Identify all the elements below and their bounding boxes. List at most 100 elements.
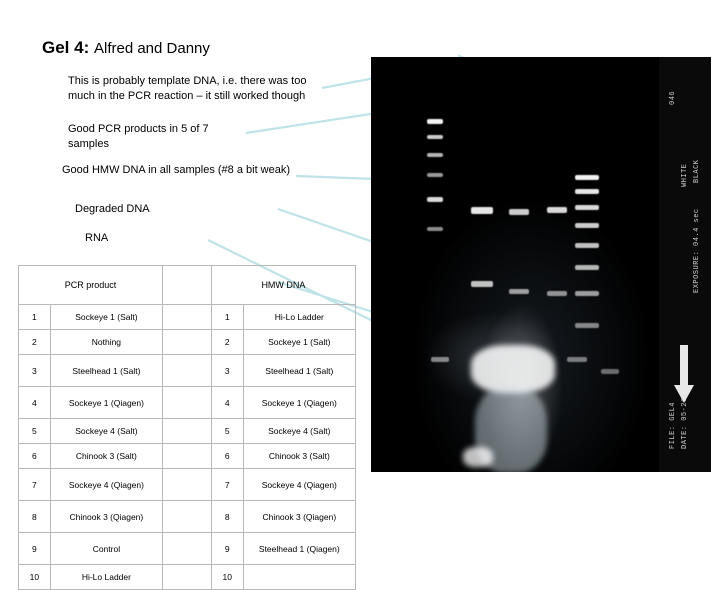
annotation-template-dna: This is probably template DNA, i.e. ther… (68, 75, 307, 102)
gel-band (509, 289, 529, 294)
cell-hmw-number: 6 (210, 443, 244, 469)
gel-band (567, 357, 587, 362)
cell-hmw-name: Sockeye 4 (Salt) (242, 418, 357, 444)
gel-band (427, 153, 443, 157)
gel-band (427, 119, 443, 124)
table-header-pcr: PCR product (17, 265, 164, 305)
table-row: 5 Sockeye 4 (Salt) 5 Sockeye 4 (Salt) (18, 418, 357, 444)
gel-band (509, 209, 529, 215)
gel-image-area: FILE: GEL4 DATE: 05-26 EXPOSURE: 04.4 se… (371, 57, 711, 472)
slide-canvas: Gel 4: Alfred and Danny This is probably… (0, 0, 720, 590)
gel-date-label: DATE: 05-26 (681, 397, 689, 449)
down-arrow-icon (674, 345, 694, 403)
cell-pcr-name: Sockeye 4 (Qiagen) (49, 468, 164, 501)
cell-gap (162, 468, 212, 501)
gel-band (427, 173, 443, 177)
gel-black-label: BLACK (693, 159, 701, 183)
gel-band (427, 135, 443, 139)
gel-smear-bright (471, 345, 555, 393)
cell-gap (162, 354, 212, 387)
cell-hmw-number: 2 (210, 329, 244, 355)
cell-hmw-number: 3 (210, 354, 244, 387)
gel-band (547, 291, 567, 296)
cell-hmw-name: Sockeye 1 (Qiagen) (242, 386, 357, 419)
cell-pcr-number: 3 (18, 354, 51, 387)
gel-ladder-band (575, 323, 599, 328)
cell-hmw-number: 9 (210, 532, 244, 565)
gel-band (547, 207, 567, 213)
cell-pcr-number: 9 (18, 532, 51, 565)
title-prefix: Gel 4: (42, 38, 90, 57)
gel-white-label: WHITE (681, 163, 689, 187)
cell-hmw-number: 5 (210, 418, 244, 444)
table-body: PCR product HMW DNA 1 Sockeye 1 (Salt) 1 Hi… (17, 265, 357, 590)
gel-band (471, 281, 493, 287)
cell-pcr-name: Control (49, 532, 164, 565)
page-title: Gel 4: Alfred and Danny (42, 38, 210, 58)
cell-hmw-name (242, 564, 357, 590)
cell-hmw-number: 10 (210, 564, 244, 590)
gel-ladder-band (575, 265, 599, 270)
cell-gap (162, 443, 212, 469)
cell-pcr-name: Chinook 3 (Qiagen) (49, 500, 164, 533)
cell-pcr-number: 4 (18, 386, 51, 419)
cell-pcr-name: Steelhead 1 (Salt) (49, 354, 164, 387)
table-row: 4 Sockeye 1 (Qiagen) 4 Sockeye 1 (Qiagen) (18, 386, 357, 419)
gel-band (601, 369, 619, 374)
table-row: 3 Steelhead 1 (Salt) 3 Steelhead 1 (Salt) (18, 354, 357, 387)
cell-hmw-name: Sockeye 1 (Salt) (242, 329, 357, 355)
cell-gap (162, 532, 212, 565)
table-row: 8 Chinook 3 (Qiagen) 8 Chinook 3 (Qiagen) (18, 500, 357, 533)
cell-gap (162, 329, 212, 355)
cell-pcr-name: Sockeye 4 (Salt) (49, 418, 164, 444)
cell-pcr-name: Hi-Lo Ladder (49, 564, 164, 590)
gel-band (427, 227, 443, 231)
cell-pcr-number: 7 (18, 468, 51, 501)
cell-hmw-name: Steelhead 1 (Salt) (242, 354, 357, 387)
gel-ladder-band (575, 223, 599, 228)
gel-photograph: FILE: GEL4 DATE: 05-26 EXPOSURE: 04.4 se… (371, 57, 711, 472)
cell-hmw-number: 4 (210, 386, 244, 419)
cell-hmw-number: 1 (210, 304, 244, 330)
cell-gap (162, 500, 212, 533)
cell-pcr-name: Nothing (49, 329, 164, 355)
gel-info-strip: FILE: GEL4 DATE: 05-26 EXPOSURE: 04.4 se… (659, 57, 711, 472)
gel-ladder-band (575, 189, 599, 194)
cell-pcr-name: Sockeye 1 (Qiagen) (49, 386, 164, 419)
cell-hmw-name: Steelhead 1 (Qiagen) (242, 532, 357, 565)
cell-gap (162, 418, 212, 444)
table-row: 10 Hi-Lo Ladder 10 (18, 564, 357, 590)
annotation-hmw-dna: Good HMW DNA in all samples (#8 a bit we… (62, 164, 291, 176)
gel-ladder-band (575, 175, 599, 180)
gel-band (427, 197, 443, 202)
gel-ladder-band (575, 243, 599, 248)
cell-pcr-number: 10 (18, 564, 51, 590)
cell-gap (162, 386, 212, 419)
cell-hmw-number: 8 (210, 500, 244, 533)
table-row: 7 Sockeye 4 (Qiagen) 7 Sockeye 4 (Qiagen) (18, 468, 357, 501)
gel-exposure-label: EXPOSURE: 04.4 sec (693, 208, 701, 293)
cell-hmw-name: Hi-Lo Ladder (242, 304, 357, 330)
cell-pcr-number: 1 (18, 304, 51, 330)
annotation-pcr-products: Good PCR products in 5 of 7 samples (68, 123, 209, 150)
annotation-rna: RNA (85, 232, 109, 244)
sample-table: PCR product HMW DNA 1 Sockeye 1 (Salt) 1 Hi… (17, 265, 357, 590)
gel-band (431, 357, 449, 362)
cell-pcr-number: 5 (18, 418, 51, 444)
gel-smear-blob (463, 447, 493, 467)
cell-hmw-name: Sockeye 4 (Qiagen) (242, 468, 357, 501)
cell-pcr-number: 2 (18, 329, 51, 355)
cell-pcr-number: 6 (18, 443, 51, 469)
table-row: 6 Chinook 3 (Salt) 6 Chinook 3 (Salt) (18, 443, 357, 469)
title-suffix: Alfred and Danny (93, 40, 210, 57)
cell-gap (162, 564, 212, 590)
cell-hmw-name: Chinook 3 (Qiagen) (242, 500, 357, 533)
cell-hmw-number: 7 (210, 468, 244, 501)
cell-pcr-name: Chinook 3 (Salt) (49, 443, 164, 469)
table-row: 2 Nothing 2 Sockeye 1 (Salt) (18, 329, 357, 355)
gel-file-label: FILE: GEL4 (669, 401, 677, 449)
cell-hmw-name: Chinook 3 (Salt) (242, 443, 357, 469)
table-header-hmw: HMW DNA (210, 265, 357, 305)
cell-pcr-name: Sockeye 1 (Salt) (49, 304, 164, 330)
gel-corner-code: 046 (669, 90, 677, 105)
